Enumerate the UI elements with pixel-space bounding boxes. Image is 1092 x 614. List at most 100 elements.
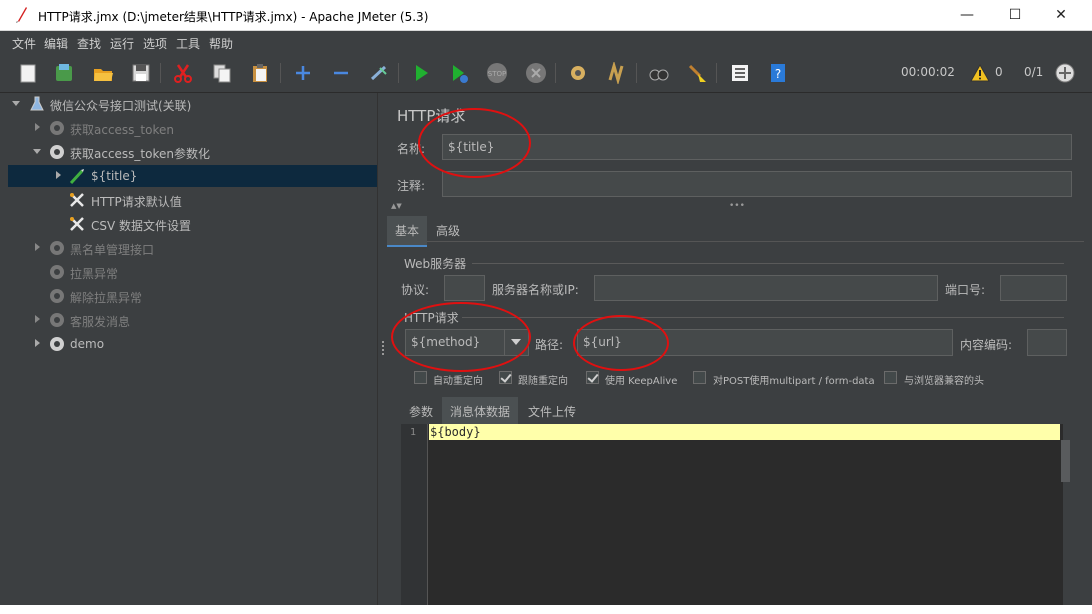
toggle-icon[interactable] [368, 62, 390, 84]
start-icon[interactable] [410, 62, 432, 84]
thread-group-gear-icon [50, 121, 64, 135]
chevron-right-icon[interactable] [33, 339, 41, 347]
elapsed-timer: 00:00:02 [901, 65, 955, 79]
port-field[interactable] [1000, 275, 1067, 301]
svg-text:?: ? [775, 67, 781, 81]
menu-tools[interactable]: 工具 [176, 35, 200, 52]
menu-search[interactable]: 查找 [77, 35, 101, 52]
close-button[interactable]: ✕ [1038, 0, 1084, 31]
remote-start-icon[interactable] [1054, 62, 1076, 84]
collapse-divider[interactable]: ▲▼ ••• [387, 201, 1084, 213]
path-field[interactable]: ${url} [577, 329, 953, 356]
open-icon[interactable] [92, 62, 114, 84]
search-icon[interactable] [648, 62, 670, 84]
tree-node-customer-service[interactable]: 客服发消息 [8, 309, 377, 331]
warning-icon[interactable] [970, 63, 990, 83]
warning-count: 0 [995, 65, 1003, 79]
test-plan-tree: 微信公众号接口测试(关联) 获取access_token 获取access_to… [8, 93, 377, 605]
copy-icon[interactable] [211, 62, 233, 84]
chevron-right-icon[interactable] [33, 243, 41, 251]
tree-node-unblock-error[interactable]: 解除拉黑异常 [8, 285, 377, 307]
tree-node-get-token[interactable]: 获取access_token [8, 117, 377, 139]
reset-search-icon[interactable] [686, 62, 708, 84]
cut-icon[interactable] [172, 62, 194, 84]
tree-node-block-error[interactable]: 拉黑异常 [8, 261, 377, 283]
auto-redirect-checkbox[interactable] [414, 371, 427, 384]
paste-icon[interactable] [249, 62, 271, 84]
http-request-panel: HTTP请求 名称: ${title} 注释: ▲▼ ••• 基本 高级 Web… [387, 93, 1084, 605]
keepalive-checkbox[interactable] [586, 371, 599, 384]
jmeter-feather-icon [16, 7, 27, 23]
port-label: 端口号: [945, 283, 986, 297]
tab-advanced[interactable]: 高级 [428, 216, 468, 245]
method-select[interactable]: ${method} [405, 329, 529, 356]
editor-gutter: 1 [401, 424, 428, 605]
expand-all-icon[interactable] [292, 62, 314, 84]
new-icon[interactable] [17, 62, 39, 84]
function-helper-icon[interactable] [729, 62, 751, 84]
stop-icon[interactable]: STOP [486, 62, 508, 84]
comment-label: 注释: [397, 179, 426, 193]
http-request-group-title: HTTP请求 [404, 311, 459, 325]
tree-splitter[interactable] [377, 93, 387, 605]
tab-basic[interactable]: 基本 [387, 216, 428, 247]
tree-node-http-defaults[interactable]: HTTP请求默认值 [8, 189, 377, 211]
comment-field[interactable] [442, 171, 1072, 197]
thread-group-gear-icon [50, 337, 64, 351]
tree-node-blacklist[interactable]: 黑名单管理接口 [8, 237, 377, 259]
main-tabs: 基本 高级 [387, 216, 1084, 247]
chevron-down-icon[interactable] [511, 339, 521, 346]
chevron-right-icon[interactable] [33, 123, 41, 131]
server-field[interactable] [594, 275, 938, 301]
save-icon[interactable] [130, 62, 152, 84]
chevron-right-icon[interactable] [33, 315, 41, 323]
menu-bar: 文件 编辑 查找 运行 选项 工具 帮助 [0, 31, 1092, 53]
follow-redirect-checkbox[interactable] [499, 371, 512, 384]
menu-help[interactable]: 帮助 [209, 35, 233, 52]
chevron-right-icon[interactable] [54, 171, 62, 179]
thread-group-gear-icon [50, 313, 64, 327]
multipart-checkbox[interactable] [693, 371, 706, 384]
menu-options[interactable]: 选项 [143, 35, 167, 52]
web-server-group-title: Web服务器 [404, 257, 467, 271]
collapse-all-icon[interactable] [330, 62, 352, 84]
method-value: ${method} [411, 335, 481, 349]
help-icon[interactable]: ? [767, 62, 789, 84]
thread-group-gear-icon [50, 241, 64, 255]
thread-group-gear-icon [50, 265, 64, 279]
templates-icon[interactable] [53, 62, 75, 84]
editor-scrollbar[interactable] [1061, 440, 1070, 482]
clear-icon[interactable] [567, 62, 589, 84]
menu-edit[interactable]: 编辑 [44, 35, 68, 52]
chevron-down-icon[interactable] [12, 99, 20, 107]
server-label: 服务器名称或IP: [492, 283, 579, 297]
body-editor[interactable]: 1 ${body} [401, 424, 1070, 605]
protocol-field[interactable] [444, 275, 485, 301]
encoding-label: 内容编码: [960, 338, 1013, 352]
menu-file[interactable]: 文件 [12, 35, 36, 52]
clear-all-icon[interactable] [606, 62, 628, 84]
tab-parameters[interactable]: 参数 [401, 397, 441, 426]
maximize-button[interactable]: ☐ [992, 0, 1038, 31]
tree-node-get-token-param[interactable]: 获取access_token参数化 [8, 141, 377, 163]
menu-run[interactable]: 运行 [110, 35, 134, 52]
start-no-pauses-icon[interactable] [448, 62, 470, 84]
svg-text:STOP: STOP [488, 70, 506, 78]
sampler-pipette-icon [69, 169, 84, 185]
protocol-label: 协议: [401, 283, 430, 297]
jmeter-window: HTTP请求.jmx (D:\jmeter结果\HTTP请求.jmx) - Ap… [0, 0, 1092, 614]
tree-node-http-request[interactable]: ${title} [8, 165, 377, 187]
tree-node-test-plan[interactable]: 微信公众号接口测试(关联) [8, 93, 377, 115]
desktop-background [0, 605, 1092, 614]
minimize-button[interactable]: — [944, 0, 990, 31]
tree-node-demo[interactable]: demo [8, 333, 377, 355]
encoding-field[interactable] [1027, 329, 1067, 356]
name-field[interactable]: ${title} [442, 134, 1072, 160]
tab-file-upload[interactable]: 文件上传 [520, 397, 584, 426]
name-label: 名称: [397, 142, 426, 156]
chevron-down-icon[interactable] [33, 147, 41, 155]
body-text[interactable]: ${body} [430, 425, 481, 439]
browser-headers-checkbox[interactable] [884, 371, 897, 384]
shutdown-icon[interactable] [525, 62, 547, 84]
tree-node-csv-config[interactable]: CSV 数据文件设置 [8, 213, 377, 235]
